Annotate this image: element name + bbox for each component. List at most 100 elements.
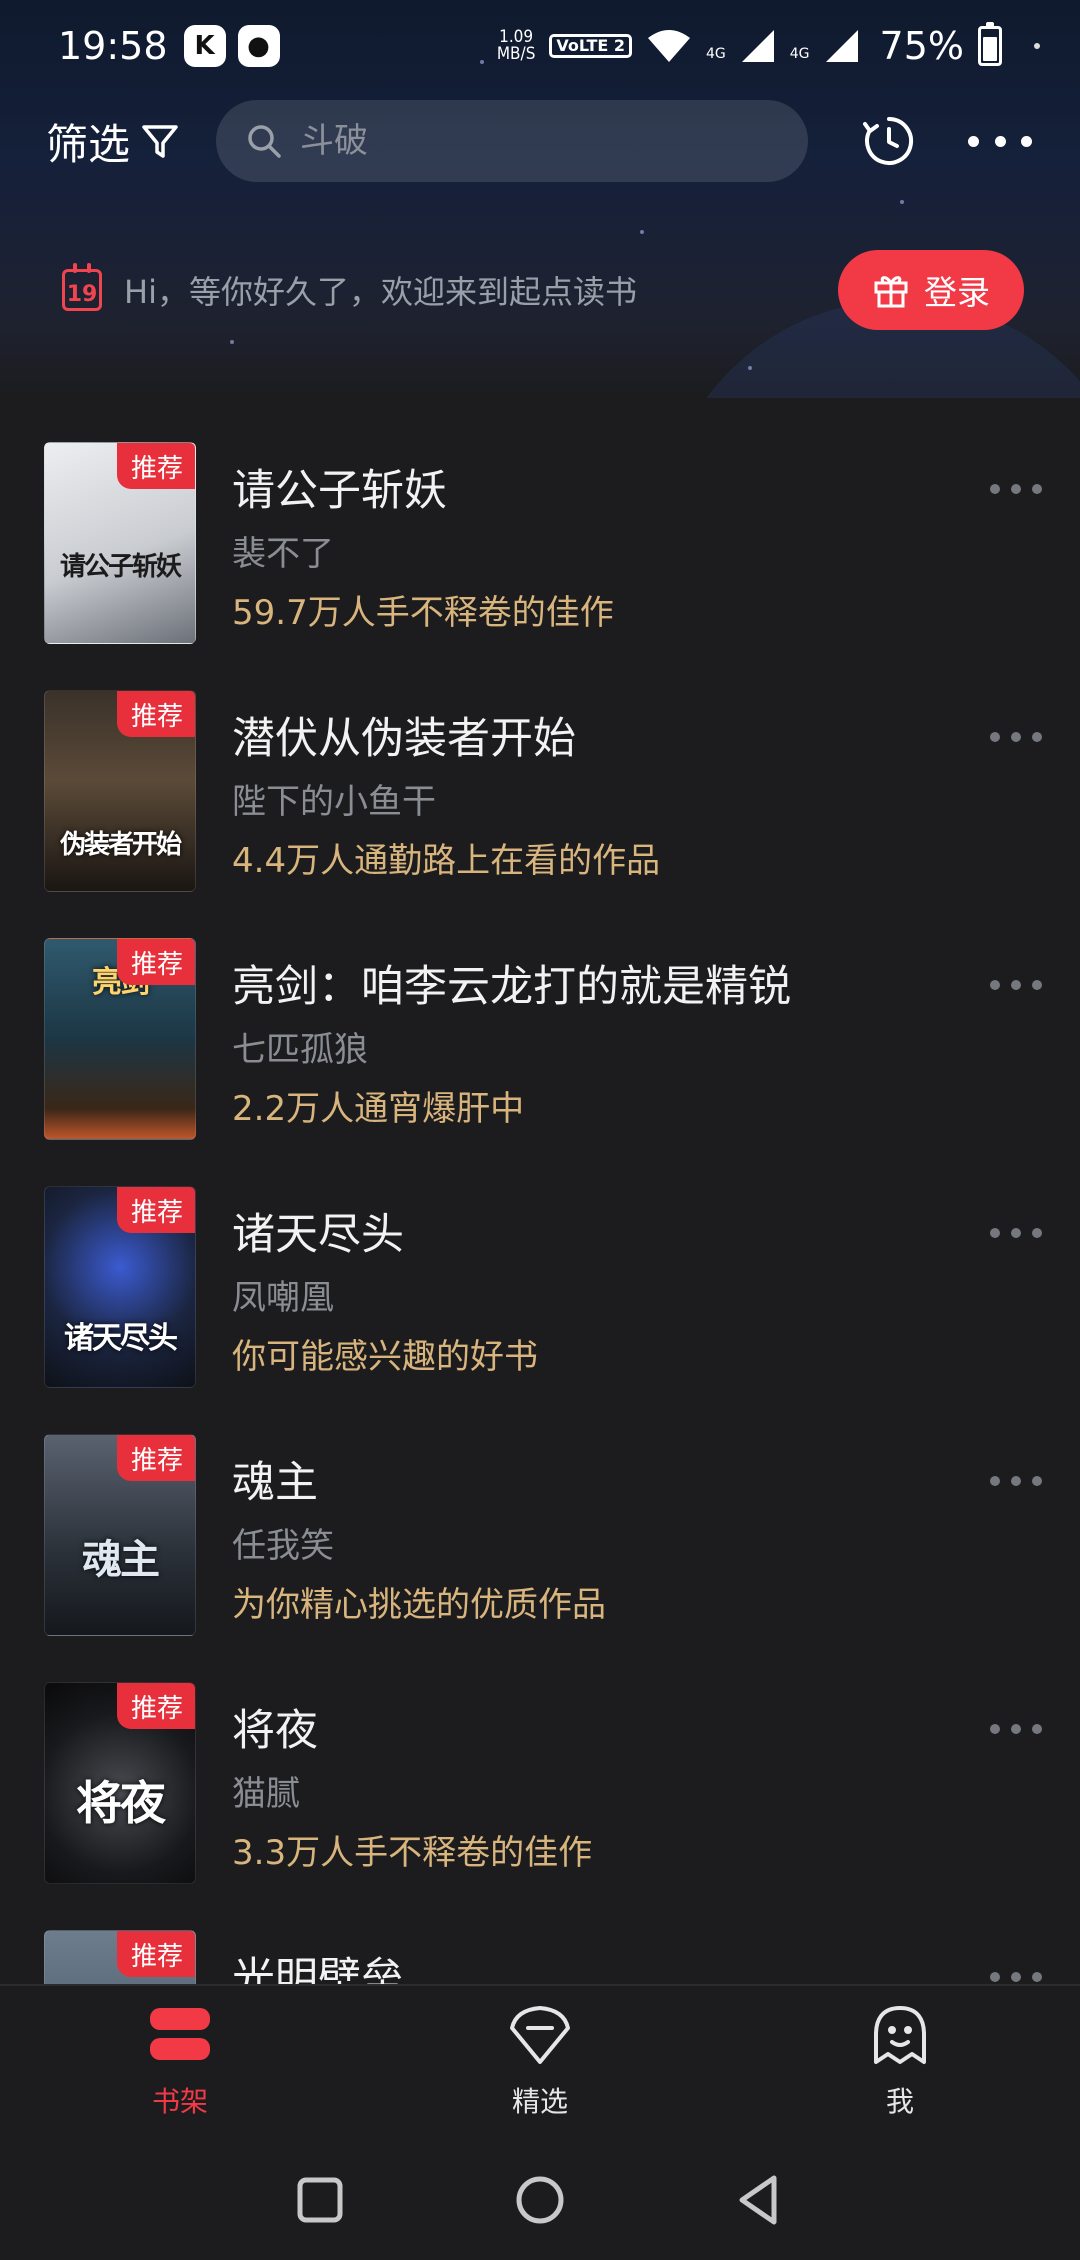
signal-label-1: 4G xyxy=(706,46,726,62)
book-description: 2.2万人通宵爆肝中 xyxy=(232,1089,525,1129)
login-label: 登录 xyxy=(924,273,990,312)
message-app-icon: ● xyxy=(237,25,280,67)
star-decoration xyxy=(640,230,644,234)
search-input[interactable] xyxy=(300,121,780,161)
book-cover: 伪装者开始 推荐 xyxy=(44,690,196,892)
book-more-icon[interactable] xyxy=(990,978,1042,992)
recommend-tag: 推荐 xyxy=(116,939,195,985)
book-cover: 诸天尽头 推荐 xyxy=(44,1186,196,1388)
book-cover: 推荐 xyxy=(44,1930,196,1984)
book-title: 将夜 xyxy=(232,1706,318,1756)
cover-title: 魂主 xyxy=(82,1536,160,1583)
status-time: 19:58 xyxy=(58,24,168,68)
book-title: 诸天尽头 xyxy=(232,1210,404,1260)
home-circle-icon[interactable] xyxy=(506,2166,574,2234)
calendar-day: 19 xyxy=(66,282,98,307)
book-title: 亮剑：咱李云龙打的就是精锐 xyxy=(232,962,791,1012)
book-item[interactable]: 伪装者开始 推荐 潜伏从伪装者开始 陛下的小鱼干 4.4万人通勤路上在看的作品 xyxy=(0,646,1080,894)
book-item[interactable]: 亮剑 推荐 亮剑：咱李云龙打的就是精锐 七匹孤狼 2.2万人通宵爆肝中 xyxy=(0,894,1080,1142)
book-author: 猫腻 xyxy=(232,1774,300,1814)
cover-title: 请公子斩妖 xyxy=(59,552,182,582)
net-speed-unit: MB/S xyxy=(496,44,536,64)
book-item[interactable]: 请公子斩妖 推荐 请公子斩妖 裴不了 59.7万人手不释卷的佳作 xyxy=(0,398,1080,646)
book-more-icon[interactable] xyxy=(990,1474,1042,1488)
star-decoration xyxy=(748,366,752,370)
recents-square-icon[interactable] xyxy=(286,2166,354,2234)
nav-label: 书架 xyxy=(151,2085,208,2118)
battery-percent: 75% xyxy=(879,24,964,68)
cover-title: 将夜 xyxy=(76,1776,166,1830)
nav-label: 我 xyxy=(885,2085,914,2118)
signal-label-2: 4G xyxy=(789,46,810,62)
book-cover: 亮剑 推荐 xyxy=(44,938,196,1140)
book-description: 4.4万人通勤路上在看的作品 xyxy=(232,841,661,881)
status-bar: 19:58 K ● 1.09 MB/S VoLTE 2 4G 4G 75% xyxy=(0,0,1080,92)
history-clock-icon[interactable] xyxy=(862,114,916,168)
book-description: 59.7万人手不释卷的佳作 xyxy=(232,593,614,633)
search-icon xyxy=(248,125,281,158)
recommend-tag: 推荐 xyxy=(116,691,195,737)
book-more-icon[interactable] xyxy=(990,1970,1042,1984)
recommend-tag: 推荐 xyxy=(116,1187,195,1233)
wifi-icon xyxy=(648,30,690,62)
book-author: 陛下的小鱼干 xyxy=(232,782,436,822)
book-author: 七匹孤狼 xyxy=(232,1030,368,1070)
bookshelf-icon xyxy=(150,2008,210,2060)
book-cover: 请公子斩妖 推荐 xyxy=(44,442,196,644)
notification-dot xyxy=(1034,43,1040,49)
book-more-icon[interactable] xyxy=(990,1722,1042,1736)
star-decoration xyxy=(230,340,234,344)
book-more-icon[interactable] xyxy=(990,482,1042,496)
back-triangle-icon[interactable] xyxy=(726,2166,794,2234)
recommend-tag: 推荐 xyxy=(116,1435,195,1481)
nav-profile[interactable]: 我 xyxy=(800,2004,1000,2134)
recommend-tag: 推荐 xyxy=(116,443,195,489)
welcome-banner: 19 Hi，等你好久了，欢迎来到起点读书 登录 xyxy=(0,248,1080,332)
signal-icon xyxy=(825,30,858,62)
book-more-icon[interactable] xyxy=(990,1226,1042,1240)
book-author: 任我笑 xyxy=(232,1526,334,1566)
recommend-tag: 推荐 xyxy=(116,1931,195,1977)
book-more-icon[interactable] xyxy=(990,730,1042,744)
book-description: 3.3万人手不释卷的佳作 xyxy=(232,1833,593,1873)
book-cover: 魂主 推荐 xyxy=(44,1434,196,1636)
book-author: 裴不了 xyxy=(232,534,334,574)
book-cover: 将夜 推荐 xyxy=(44,1682,196,1884)
system-navigation-bar xyxy=(0,2140,1080,2260)
book-title: 潜伏从伪装者开始 xyxy=(232,714,576,764)
volte-badge: VoLTE 2 xyxy=(549,34,632,58)
bottom-navigation: 书架 精选 我 xyxy=(0,1984,1080,2140)
gift-icon xyxy=(874,276,908,308)
book-item[interactable]: 推荐 光明壁垒 xyxy=(0,1886,1080,1984)
calendar-icon: 19 xyxy=(62,263,102,311)
bookshelf-list: 请公子斩妖 推荐 请公子斩妖 裴不了 59.7万人手不释卷的佳作 伪装者开始 推… xyxy=(0,398,1080,1984)
book-item[interactable]: 诸天尽头 推荐 诸天尽头 凤嘲凰 你可能感兴趣的好书 xyxy=(0,1142,1080,1390)
kuaishou-app-icon: K xyxy=(183,25,226,67)
signal-icon xyxy=(741,30,774,62)
book-item[interactable]: 将夜 推荐 将夜 猫腻 3.3万人手不释卷的佳作 xyxy=(0,1638,1080,1886)
star-decoration xyxy=(900,200,904,204)
search-bar[interactable] xyxy=(216,100,808,182)
recommend-tag: 推荐 xyxy=(116,1683,195,1729)
cover-title: 诸天尽头 xyxy=(64,1321,178,1356)
nav-label: 精选 xyxy=(511,2085,568,2118)
nav-bookshelf[interactable]: 书架 xyxy=(80,2004,280,2134)
book-description: 为你精心挑选的优质作品 xyxy=(232,1585,606,1625)
filter-button[interactable]: 筛选 xyxy=(46,111,180,172)
more-dots-icon[interactable] xyxy=(968,118,1032,164)
book-title: 光明壁垒 xyxy=(232,1954,404,1984)
book-title: 魂主 xyxy=(232,1458,318,1508)
profile-icon xyxy=(874,2006,926,2064)
net-speed: 1.09 MB/S xyxy=(497,29,536,63)
book-description: 你可能感兴趣的好书 xyxy=(232,1337,538,1377)
login-button[interactable]: 登录 xyxy=(838,250,1024,330)
diamond-icon xyxy=(510,2006,570,2064)
welcome-text: Hi，等你好久了，欢迎来到起点读书 xyxy=(124,273,637,311)
cover-title: 伪装者开始 xyxy=(59,830,182,860)
nav-featured[interactable]: 精选 xyxy=(440,2004,640,2134)
book-author: 凤嘲凰 xyxy=(232,1278,334,1318)
battery-icon xyxy=(978,22,1002,66)
book-item[interactable]: 魂主 推荐 魂主 任我笑 为你精心挑选的优质作品 xyxy=(0,1390,1080,1638)
filter-funnel-icon xyxy=(142,125,178,158)
top-bar: 筛选 xyxy=(0,98,1080,184)
